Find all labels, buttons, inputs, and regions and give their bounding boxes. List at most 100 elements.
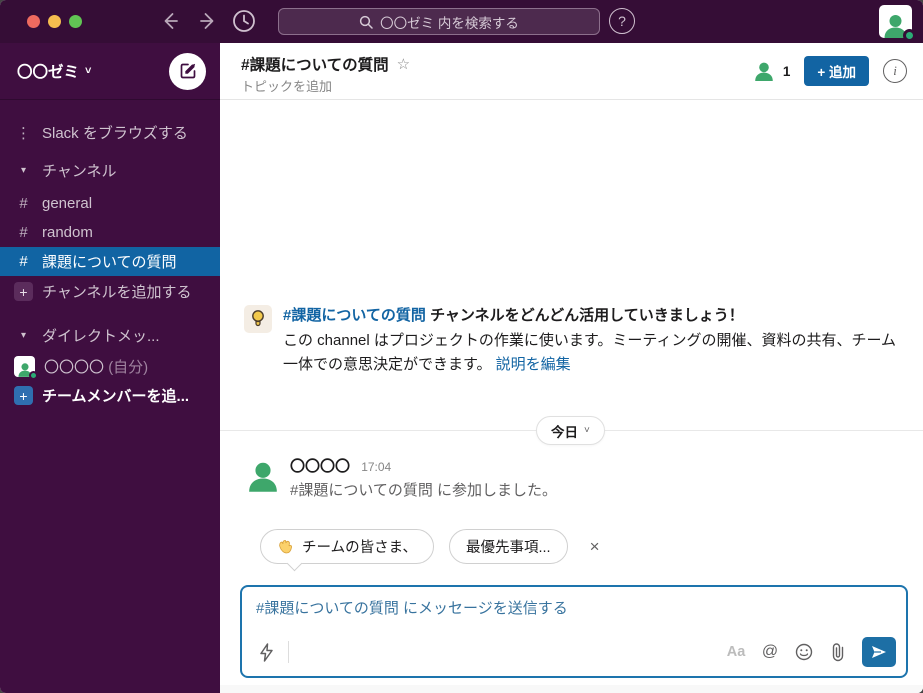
dm-user-name: 〇〇〇〇 (自分) bbox=[44, 356, 148, 377]
clock-icon bbox=[233, 10, 255, 32]
member-count-button[interactable]: 1 bbox=[753, 61, 790, 81]
zoom-window-button[interactable] bbox=[69, 15, 82, 28]
channel-header: #課題についての質問 ☆ トピックを追加 1 + 追加 i bbox=[220, 43, 923, 100]
format-button[interactable]: Aa bbox=[722, 638, 750, 666]
plus-icon: + bbox=[14, 386, 33, 405]
chip-label: 最優先事項... bbox=[465, 540, 551, 556]
add-topic-button[interactable]: トピックを追加 bbox=[241, 76, 332, 95]
intro-title-rest: チャンネルをどんどん活用していきましょう！ bbox=[425, 307, 744, 324]
channel-label: random bbox=[42, 224, 93, 241]
add-member-header-button[interactable]: + 追加 bbox=[804, 56, 869, 86]
minimize-window-button[interactable] bbox=[48, 15, 61, 28]
triangle-down-icon: ▾ bbox=[20, 330, 27, 341]
channel-title: #課題についての質問 ☆ bbox=[241, 53, 410, 75]
hash-icon: # bbox=[19, 224, 28, 241]
chip-tail bbox=[286, 555, 303, 572]
sidebar-channel-random[interactable]: # random bbox=[0, 218, 220, 247]
channel-label: 課題についての質問 bbox=[42, 254, 177, 271]
composer-actions: Aa @ bbox=[722, 637, 896, 667]
history-back-button[interactable] bbox=[158, 9, 182, 33]
intro-title: #課題についての質問 チャンネルをどんどん活用していきましょう！ bbox=[283, 305, 904, 327]
wave-emoji-icon bbox=[279, 540, 292, 554]
emoji-button[interactable] bbox=[790, 638, 818, 666]
workspace-menu-button[interactable]: 〇〇ゼミ ˅ bbox=[17, 60, 91, 82]
sidebar-channel-kadai-selected[interactable]: # 課題についての質問 bbox=[0, 247, 220, 276]
add-team-member-button[interactable]: + チームメンバーを追... bbox=[0, 381, 220, 410]
dismiss-suggestions-button[interactable]: × bbox=[583, 535, 607, 559]
sidebar: 〇〇ゼミ ˅ ⋮ Slack をブラウズする ▾ チャンネル # general bbox=[0, 43, 220, 693]
search-icon bbox=[359, 15, 373, 29]
intro-channel-link[interactable]: #課題についての質問 bbox=[283, 307, 426, 324]
chevron-down-icon: ˅ bbox=[584, 425, 590, 436]
chevron-down-icon: ˅ bbox=[85, 65, 92, 77]
workspace-name: 〇〇ゼミ bbox=[17, 64, 80, 81]
message-avatar[interactable] bbox=[244, 455, 281, 492]
hash-icon: # bbox=[19, 195, 28, 212]
message-row: 〇〇〇〇 17:04 #課題についての質問 に参加しました。 bbox=[244, 455, 557, 500]
history-forward-button[interactable] bbox=[196, 9, 220, 33]
add-channel-button[interactable]: + チャンネルを追加する bbox=[0, 277, 220, 306]
search-input[interactable]: 〇〇ゼミ 内を検索する bbox=[278, 8, 600, 35]
smiley-icon bbox=[795, 643, 813, 661]
sidebar-item-browse-slack[interactable]: ⋮ Slack をブラウズする bbox=[0, 118, 220, 147]
chip-label: チームの皆さま、 bbox=[302, 540, 417, 556]
lightbulb-icon bbox=[244, 305, 272, 333]
compose-button[interactable] bbox=[169, 52, 206, 90]
shortcuts-button[interactable] bbox=[252, 638, 280, 666]
attach-file-button[interactable] bbox=[824, 638, 852, 666]
dm-item-self[interactable]: 〇〇〇〇 (自分) bbox=[0, 352, 220, 381]
triangle-down-icon: ▾ bbox=[20, 165, 27, 176]
user-avatar[interactable] bbox=[879, 5, 916, 42]
edit-description-link[interactable]: 説明を編集 bbox=[496, 356, 571, 373]
date-divider-button[interactable]: 今日 ˅ bbox=[536, 416, 605, 445]
browse-slack-label: Slack をブラウズする bbox=[42, 125, 188, 142]
send-icon bbox=[872, 646, 886, 658]
search-placeholder: 〇〇ゼミ 内を検索する bbox=[380, 15, 519, 31]
help-icon: ? bbox=[618, 13, 626, 29]
dm-section-header[interactable]: ▾ ダイレクトメッ... bbox=[0, 321, 220, 350]
channels-header-label: チャンネル bbox=[42, 163, 117, 180]
paperclip-icon bbox=[832, 642, 844, 661]
add-channel-label: チャンネルを追加する bbox=[42, 284, 192, 301]
dm-header-label: ダイレクトメッ... bbox=[42, 328, 160, 345]
history-button[interactable] bbox=[231, 8, 257, 34]
star-icon[interactable]: ☆ bbox=[397, 55, 410, 73]
close-icon: × bbox=[589, 536, 600, 556]
message-body: #課題についての質問 に参加しました。 bbox=[290, 482, 558, 499]
suggestion-chip-greeting[interactable]: チームの皆さま、 bbox=[260, 529, 434, 572]
message-author[interactable]: 〇〇〇〇 bbox=[290, 458, 350, 475]
message-meta: 〇〇〇〇 17:04 bbox=[290, 455, 557, 476]
main-panel: #課題についての質問 ☆ トピックを追加 1 + 追加 i #課題についての質問… bbox=[220, 43, 923, 693]
send-button[interactable] bbox=[862, 637, 896, 667]
date-label: 今日 bbox=[551, 424, 578, 440]
member-icon bbox=[755, 62, 773, 81]
dots-vertical-icon: ⋮ bbox=[16, 124, 31, 142]
lightning-icon bbox=[259, 642, 273, 662]
message-timestamp[interactable]: 17:04 bbox=[361, 460, 391, 474]
sidebar-channel-general[interactable]: # general bbox=[0, 189, 220, 218]
intro-text: #課題についての質問 チャンネルをどんどん活用していきましょう！ この chan… bbox=[283, 305, 904, 377]
channel-intro: #課題についての質問 チャンネルをどんどん活用していきましょう！ この chan… bbox=[244, 305, 904, 377]
compose-icon bbox=[180, 63, 195, 79]
slack-window: 〇〇ゼミ 内を検索する ? 〇〇ゼミ ˅ ⋮ Slack をブラウズする ▾ チ… bbox=[0, 0, 923, 693]
dm-user-label: 〇〇〇〇 bbox=[44, 359, 105, 376]
hash-icon: # bbox=[19, 253, 28, 270]
intro-body: この channel はプロジェクトの作業に使います。ミーティングの開催、資料の… bbox=[283, 329, 904, 377]
channel-label: general bbox=[42, 195, 93, 212]
plus-icon: + bbox=[14, 282, 33, 301]
person-icon bbox=[248, 462, 277, 492]
top-bar: 〇〇ゼミ 内を検索する ? bbox=[0, 0, 923, 43]
dm-self-suffix: (自分) bbox=[108, 359, 149, 376]
channel-title-text: #課題についての質問 bbox=[241, 57, 389, 74]
add-member-label: チームメンバーを追... bbox=[42, 388, 190, 405]
presence-dot bbox=[903, 29, 916, 42]
help-button[interactable]: ? bbox=[609, 8, 635, 34]
suggestion-chip-priority[interactable]: 最優先事項... bbox=[448, 529, 568, 564]
channels-section-header[interactable]: ▾ チャンネル bbox=[0, 156, 220, 185]
message-composer[interactable]: #課題についての質問 にメッセージを送信する Aa @ bbox=[240, 585, 908, 678]
composer-placeholder[interactable]: #課題についての質問 にメッセージを送信する bbox=[256, 597, 568, 618]
close-window-button[interactable] bbox=[27, 15, 40, 28]
arrow-right-icon bbox=[200, 13, 214, 29]
mention-button[interactable]: @ bbox=[756, 638, 784, 666]
channel-info-button[interactable]: i bbox=[883, 59, 907, 83]
